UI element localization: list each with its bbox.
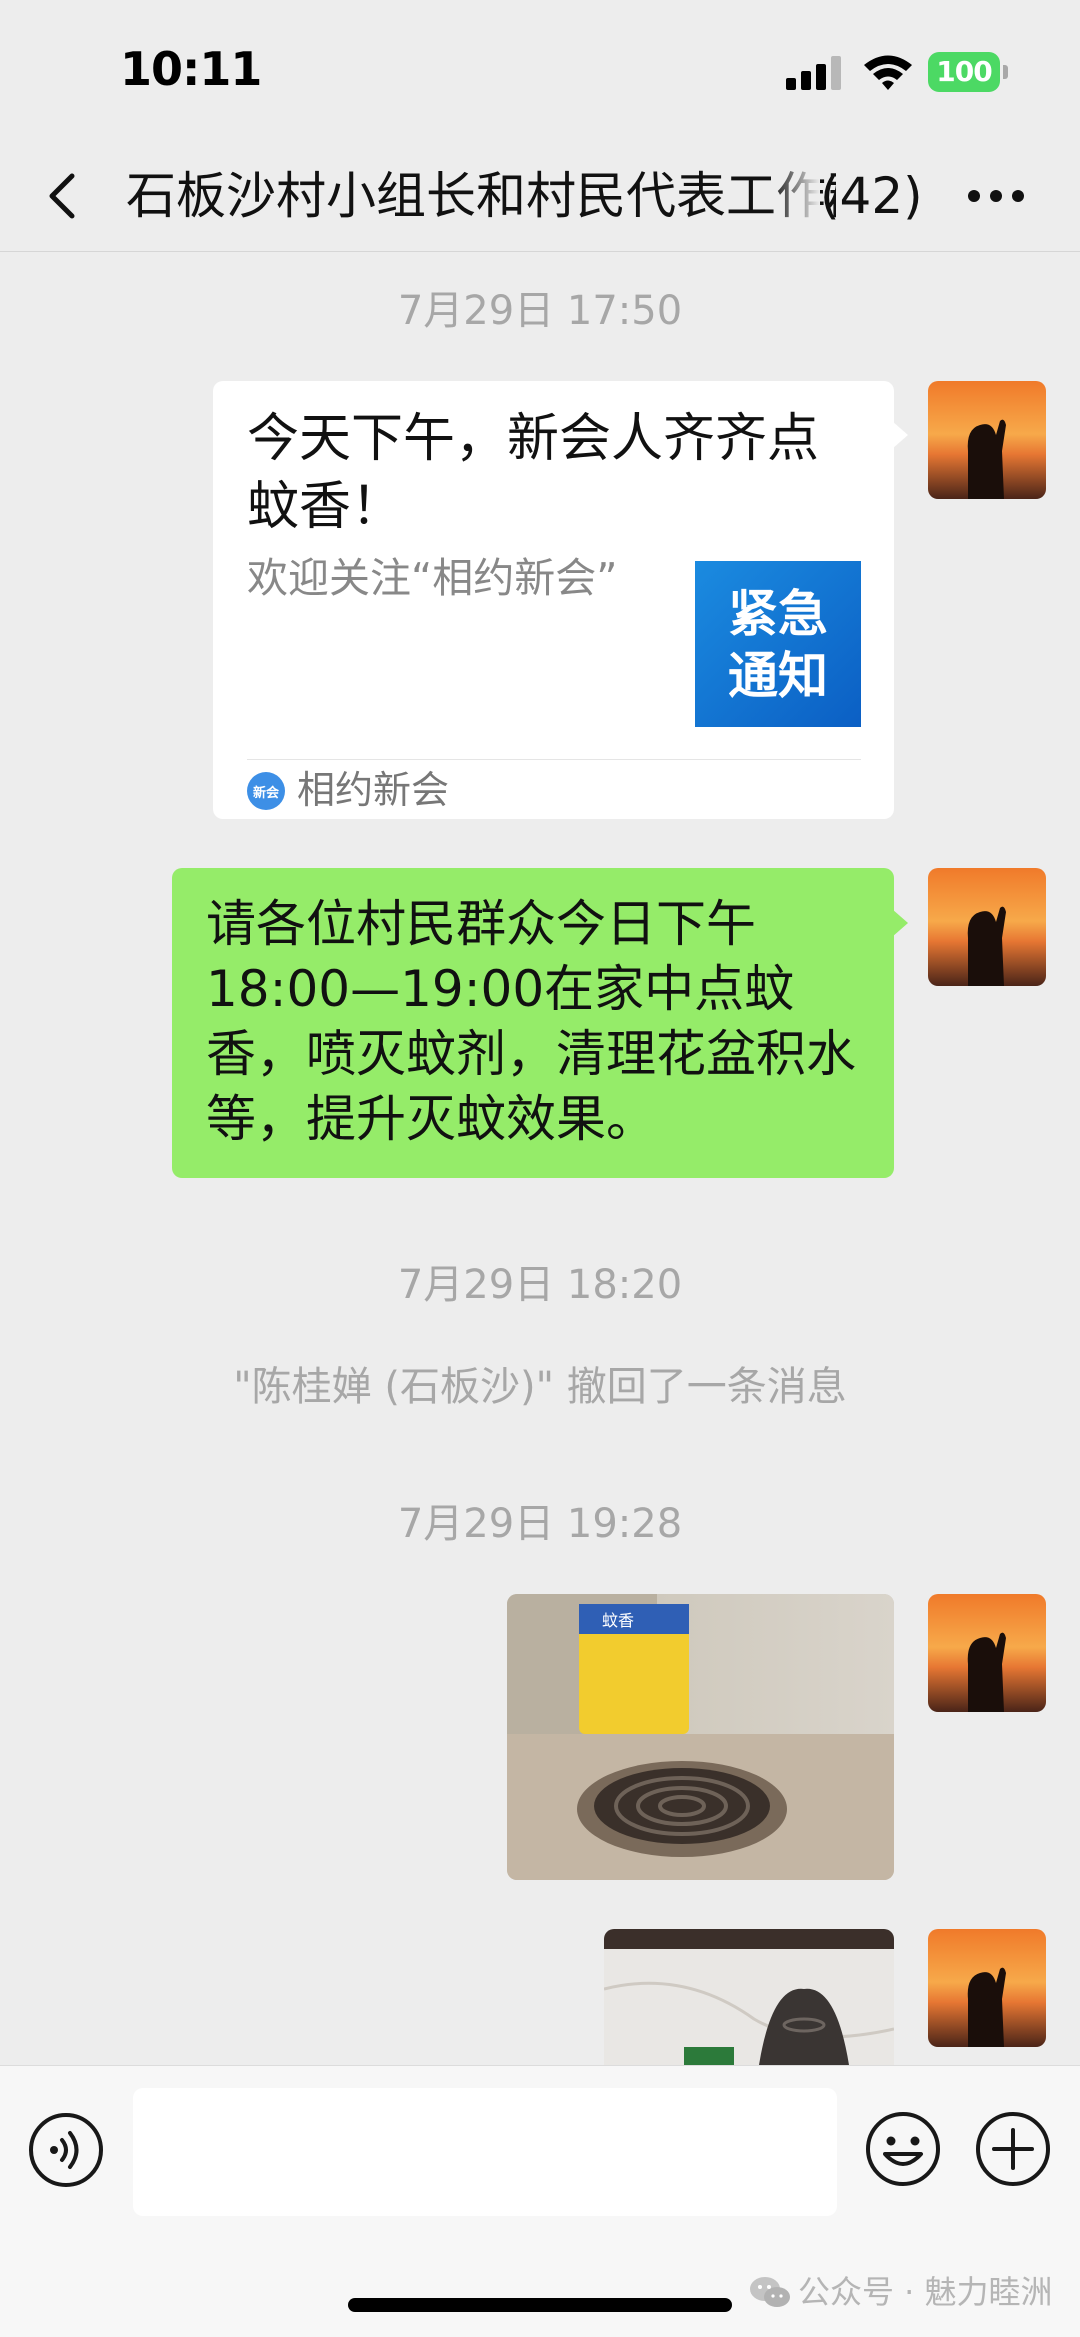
- watermark-text: 公众号 · 魅力睦洲: [798, 2273, 1053, 2311]
- add-attachment-icon[interactable]: [974, 2110, 1052, 2188]
- emoji-icon[interactable]: [864, 2110, 942, 2188]
- image-message[interactable]: [604, 1929, 894, 2065]
- cellular-signal-icon: [786, 56, 841, 90]
- article-description: 欢迎关注“相约新会”: [247, 554, 618, 602]
- article-card-message[interactable]: 今天下午，新会人齐齐点蚊香！ 欢迎关注“相约新会” 紧急 通知 新会 相约新会: [213, 381, 894, 819]
- wechat-logo-icon: [750, 2277, 790, 2307]
- status-bar: 10:11 100: [0, 0, 1080, 140]
- message-timestamp: 7月29日 17:50: [397, 288, 683, 334]
- thumbnail-text-2: 通知: [728, 646, 828, 705]
- member-count: (42): [820, 167, 923, 225]
- more-options-icon[interactable]: [966, 188, 1026, 204]
- avatar-sunset-image: [928, 1594, 1046, 1712]
- message-timestamp: 7月29日 18:20: [397, 1262, 683, 1308]
- mosquito-coil-photo: 蚊香: [507, 1594, 894, 1880]
- card-divider: [247, 759, 861, 760]
- avatar-sunset-image: [928, 1929, 1046, 2047]
- message-text: 请各位村民群众今日下午18:00—19:00在家中点蚊香，喷灭蚊剂，清理花盆积水…: [206, 895, 856, 1148]
- battery-percent: 100: [936, 55, 992, 88]
- home-indicator: [348, 2298, 732, 2312]
- user-avatar[interactable]: [928, 1594, 1046, 1712]
- user-avatar[interactable]: [928, 1929, 1046, 2047]
- official-account-logo: 新会: [247, 772, 285, 810]
- logo-text: 新会: [253, 785, 280, 801]
- user-avatar[interactable]: [928, 381, 1046, 499]
- recall-notice: "陈桂婵 (石板沙)" 撤回了一条消息: [233, 1364, 847, 1410]
- battery-tip: [1003, 65, 1008, 79]
- message-input[interactable]: [133, 2088, 837, 2216]
- bubble-tail: [892, 421, 908, 449]
- article-source: 相约新会: [297, 768, 450, 812]
- status-time: 10:11: [120, 42, 262, 96]
- sent-text-message[interactable]: 请各位村民群众今日下午18:00—19:00在家中点蚊香，喷灭蚊剂，清理花盆积水…: [172, 868, 894, 1178]
- message-timestamp: 7月29日 19:28: [397, 1501, 683, 1547]
- image-message[interactable]: 蚊香: [507, 1594, 894, 1880]
- chat-header: 石板沙村小组长和村民代表工作群 (42): [0, 140, 1080, 252]
- avatar-sunset-image: [928, 381, 1046, 499]
- voice-input-icon[interactable]: [28, 2112, 104, 2188]
- chat-title[interactable]: 石板沙村小组长和村民代表工作群: [126, 164, 836, 228]
- thumbnail-text-1: 紧急: [728, 584, 828, 643]
- second-photo: [604, 1929, 894, 2065]
- can-label: 蚊香: [602, 1611, 634, 1630]
- bubble-tail: [892, 909, 908, 937]
- title-fade: [770, 160, 820, 230]
- battery-indicator: 100: [928, 52, 1008, 92]
- back-arrow-icon[interactable]: [38, 164, 88, 228]
- wifi-icon: [864, 55, 912, 90]
- article-thumbnail: 紧急 通知: [695, 561, 861, 727]
- user-avatar[interactable]: [928, 868, 1046, 986]
- avatar-sunset-image: [928, 868, 1046, 986]
- article-title: 今天下午，新会人齐齐点蚊香！: [247, 409, 820, 537]
